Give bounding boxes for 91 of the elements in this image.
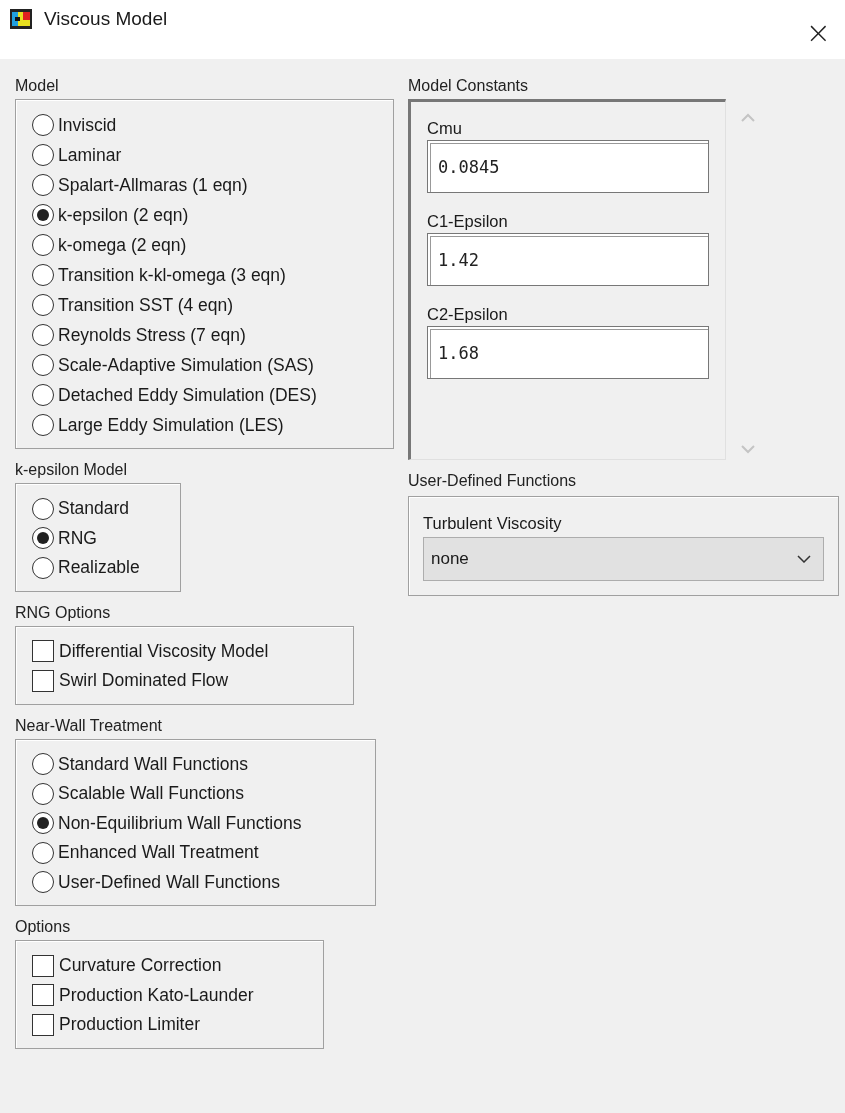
option-label: Transition SST (4 eqn) xyxy=(58,294,234,316)
radio-option[interactable]: Spalart-Allmaras (1 eqn) xyxy=(32,170,383,200)
option-label: Laminar xyxy=(58,144,122,166)
radio-option[interactable]: Standard Wall Functions xyxy=(32,749,365,779)
option-label: Swirl Dominated Flow xyxy=(59,670,229,692)
option-label: Production Kato-Launder xyxy=(59,984,254,1006)
radio-option[interactable]: Detached Eddy Simulation (DES) xyxy=(32,380,383,410)
radio-button[interactable] xyxy=(32,144,54,166)
field-label: Cmu xyxy=(427,118,463,139)
radio-button[interactable] xyxy=(32,114,54,136)
radio-button[interactable] xyxy=(32,841,54,864)
checkbox[interactable] xyxy=(32,1013,54,1036)
option-label: User-Defined Wall Functions xyxy=(58,871,281,893)
checkbox-option[interactable]: Production Limiter xyxy=(32,1010,313,1040)
radio-option[interactable]: User-Defined Wall Functions xyxy=(32,867,365,897)
checkbox[interactable] xyxy=(32,669,54,692)
radio-button[interactable] xyxy=(32,871,54,894)
option-label: Realizable xyxy=(58,557,140,579)
group-label: k-epsilon Model xyxy=(15,460,129,480)
option-label: RNG xyxy=(58,527,97,549)
radio-option[interactable]: Laminar xyxy=(32,140,383,170)
option-label: Scalable Wall Functions xyxy=(58,783,245,805)
group-label: Model xyxy=(15,76,60,96)
radio-option[interactable]: Realizable xyxy=(32,553,170,583)
option-label: Standard xyxy=(58,498,130,520)
field-label: C1-Epsilon xyxy=(427,211,509,232)
radio-button[interactable] xyxy=(32,753,54,776)
radio-option[interactable]: Inviscid xyxy=(32,110,383,140)
dropdown[interactable]: none xyxy=(423,537,824,581)
radio-option[interactable]: Enhanced Wall Treatment xyxy=(32,838,365,868)
input-field[interactable]: 1.42 xyxy=(427,233,709,286)
option-label: Scale-Adaptive Simulation (SAS) xyxy=(58,354,314,376)
option-label: Standard Wall Functions xyxy=(58,753,248,775)
checkbox[interactable] xyxy=(32,640,54,663)
input-field[interactable]: 1.68 xyxy=(427,326,709,379)
radio-button[interactable] xyxy=(32,384,54,406)
radio-option[interactable]: Reynolds Stress (7 eqn) xyxy=(32,320,383,350)
option-label: Non-Equilibrium Wall Functions xyxy=(58,812,302,834)
radio-button[interactable] xyxy=(32,324,54,346)
caret-icon xyxy=(797,555,811,563)
radio-button[interactable] xyxy=(32,782,54,805)
option-label: Reynolds Stress (7 eqn) xyxy=(58,324,246,346)
radio-option[interactable]: RNG xyxy=(32,523,170,553)
radio-button[interactable] xyxy=(32,264,54,286)
group-label: Model Constants xyxy=(408,76,530,96)
app-icon xyxy=(10,8,32,29)
checkbox-option[interactable]: Production Kato-Launder xyxy=(32,980,313,1010)
option-label: k-omega (2 eqn) xyxy=(58,234,187,256)
radio-option[interactable]: k-epsilon (2 eqn) xyxy=(32,200,383,230)
radio-button[interactable] xyxy=(32,204,54,226)
radio-button[interactable] xyxy=(32,174,54,196)
group-label: Near-Wall Treatment xyxy=(15,715,163,736)
radio-option[interactable]: Large Eddy Simulation (LES) xyxy=(32,410,383,440)
option-label: Curvature Correction xyxy=(59,955,222,977)
dropdown-label: Turbulent Viscosity xyxy=(423,513,563,534)
radio-button[interactable] xyxy=(32,556,54,579)
option-label: Enhanced Wall Treatment xyxy=(58,842,259,864)
radio-button[interactable] xyxy=(32,234,54,256)
close-button[interactable]: × xyxy=(801,15,835,50)
checkbox[interactable] xyxy=(32,954,54,977)
option-label: Large Eddy Simulation (LES) xyxy=(58,414,284,436)
checkbox[interactable] xyxy=(32,984,54,1007)
group-label: RNG Options xyxy=(15,602,112,623)
group-label: User-Defined Functions xyxy=(408,471,578,491)
option-label: Production Limiter xyxy=(59,1014,201,1036)
option-label: Transition k-kl-omega (3 eqn) xyxy=(58,264,286,286)
radio-option[interactable]: k-omega (2 eqn) xyxy=(32,230,383,260)
window-title: Viscous Model xyxy=(44,7,168,30)
radio-button[interactable] xyxy=(32,294,54,316)
radio-button[interactable] xyxy=(32,527,54,550)
radio-option[interactable]: Non-Equilibrium Wall Functions xyxy=(32,808,365,838)
option-label: Differential Viscosity Model xyxy=(59,640,269,662)
option-label: Detached Eddy Simulation (DES) xyxy=(58,384,317,406)
radio-option[interactable]: Scalable Wall Functions xyxy=(32,779,365,809)
option-label: k-epsilon (2 eqn) xyxy=(58,204,189,226)
radio-button[interactable] xyxy=(32,812,54,835)
checkbox-option[interactable]: Curvature Correction xyxy=(32,951,313,981)
radio-option[interactable]: Standard xyxy=(32,494,170,524)
radio-option[interactable]: Transition k-kl-omega (3 eqn) xyxy=(32,260,383,290)
radio-button[interactable] xyxy=(32,414,54,436)
checkbox-option[interactable]: Swirl Dominated Flow xyxy=(32,666,343,696)
radio-button[interactable] xyxy=(32,354,54,376)
group-label: Options xyxy=(15,917,72,937)
radio-option[interactable]: Scale-Adaptive Simulation (SAS) xyxy=(32,350,383,380)
option-label: Inviscid xyxy=(58,114,117,136)
radio-button[interactable] xyxy=(32,497,54,520)
checkbox-option[interactable]: Differential Viscosity Model xyxy=(32,636,343,666)
input-field[interactable]: 0.0845 xyxy=(427,140,709,193)
radio-option[interactable]: Transition SST (4 eqn) xyxy=(32,290,383,320)
option-label: Spalart-Allmaras (1 eqn) xyxy=(58,174,248,196)
field-label: C2-Epsilon xyxy=(427,304,509,325)
